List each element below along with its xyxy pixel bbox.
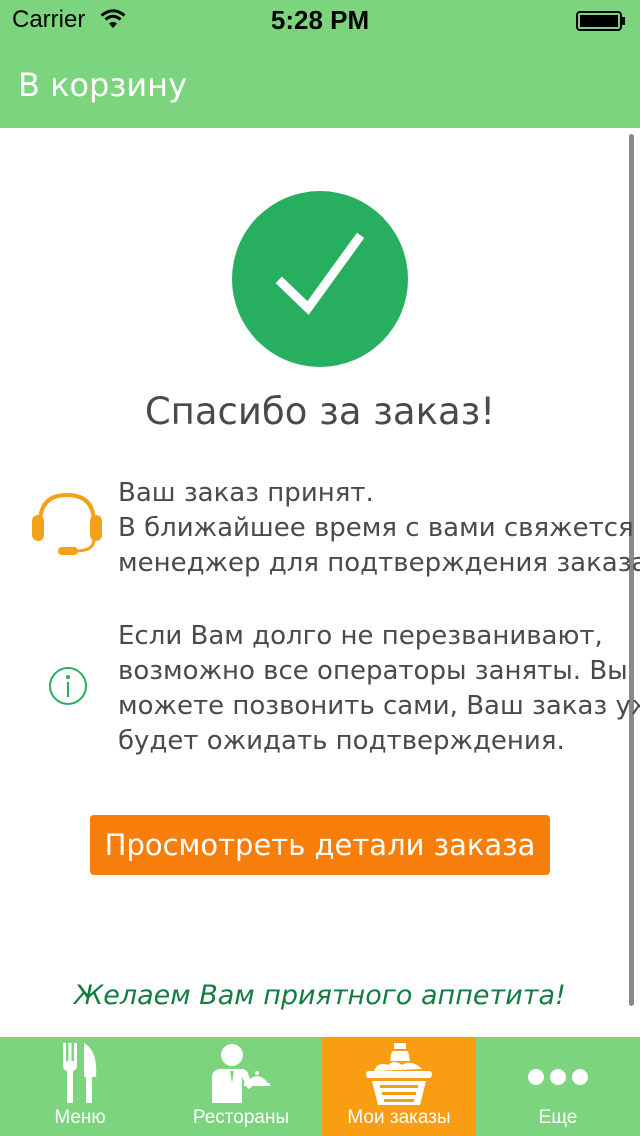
tab-label: Рестораны [192, 1107, 290, 1128]
basket-icon [366, 1043, 432, 1105]
accepted-line: Ваш заказ принят. [118, 478, 374, 508]
order-confirmation-screen: Carrier 5:28 PM В корзину Спасибо за зак… [0, 0, 640, 1136]
tab-more[interactable]: Еще [476, 1037, 640, 1136]
call-us-message: Если Вам долго не перезванивают, возможн… [118, 619, 640, 759]
tab-restaurants[interactable]: Рестораны [160, 1037, 322, 1136]
more-dots-icon [528, 1069, 588, 1085]
checkmark-circle-icon [232, 191, 408, 367]
header: Carrier 5:28 PM В корзину [0, 0, 640, 128]
info-icon [49, 667, 87, 705]
bon-appetit-text: Желаем Вам приятного аппетита! [74, 980, 566, 1011]
headset-icon [32, 492, 102, 555]
wait-line: Если Вам долго не перезванивают, [118, 621, 603, 651]
accepted-line: В ближайшее время с вами свяжется [118, 513, 634, 543]
tab-label: Еще [538, 1107, 578, 1128]
tab-menu[interactable]: Меню [0, 1037, 160, 1136]
view-order-details-button[interactable]: Просмотреть детали заказа [90, 815, 550, 875]
tab-bar: Меню Рестораны Мои заказы Еще [0, 1037, 640, 1136]
clock: 5:28 PM [270, 5, 370, 35]
order-accepted-message: Ваш заказ принят. В ближайшее время с ва… [118, 476, 640, 581]
tab-my-orders[interactable]: Мои заказы [322, 1037, 476, 1136]
status-bar: Carrier 5:28 PM [0, 0, 640, 40]
battery-icon [576, 11, 625, 31]
wait-line: возможно все операторы заняты. Вы [118, 656, 628, 686]
back-to-cart-button[interactable]: В корзину [18, 66, 187, 104]
tab-label: Меню [54, 1107, 106, 1128]
waiter-icon [212, 1044, 270, 1103]
fork-knife-icon [63, 1043, 97, 1103]
wait-line: можете позвонить сами, Ваш заказ уже [118, 691, 640, 721]
page-title: Спасибо за заказ! [144, 390, 496, 433]
accepted-line: менеджер для подтверждения заказа. [118, 548, 640, 578]
wait-line: будет ожидать подтверждения. [118, 726, 565, 756]
tab-label: Мои заказы [347, 1107, 451, 1128]
